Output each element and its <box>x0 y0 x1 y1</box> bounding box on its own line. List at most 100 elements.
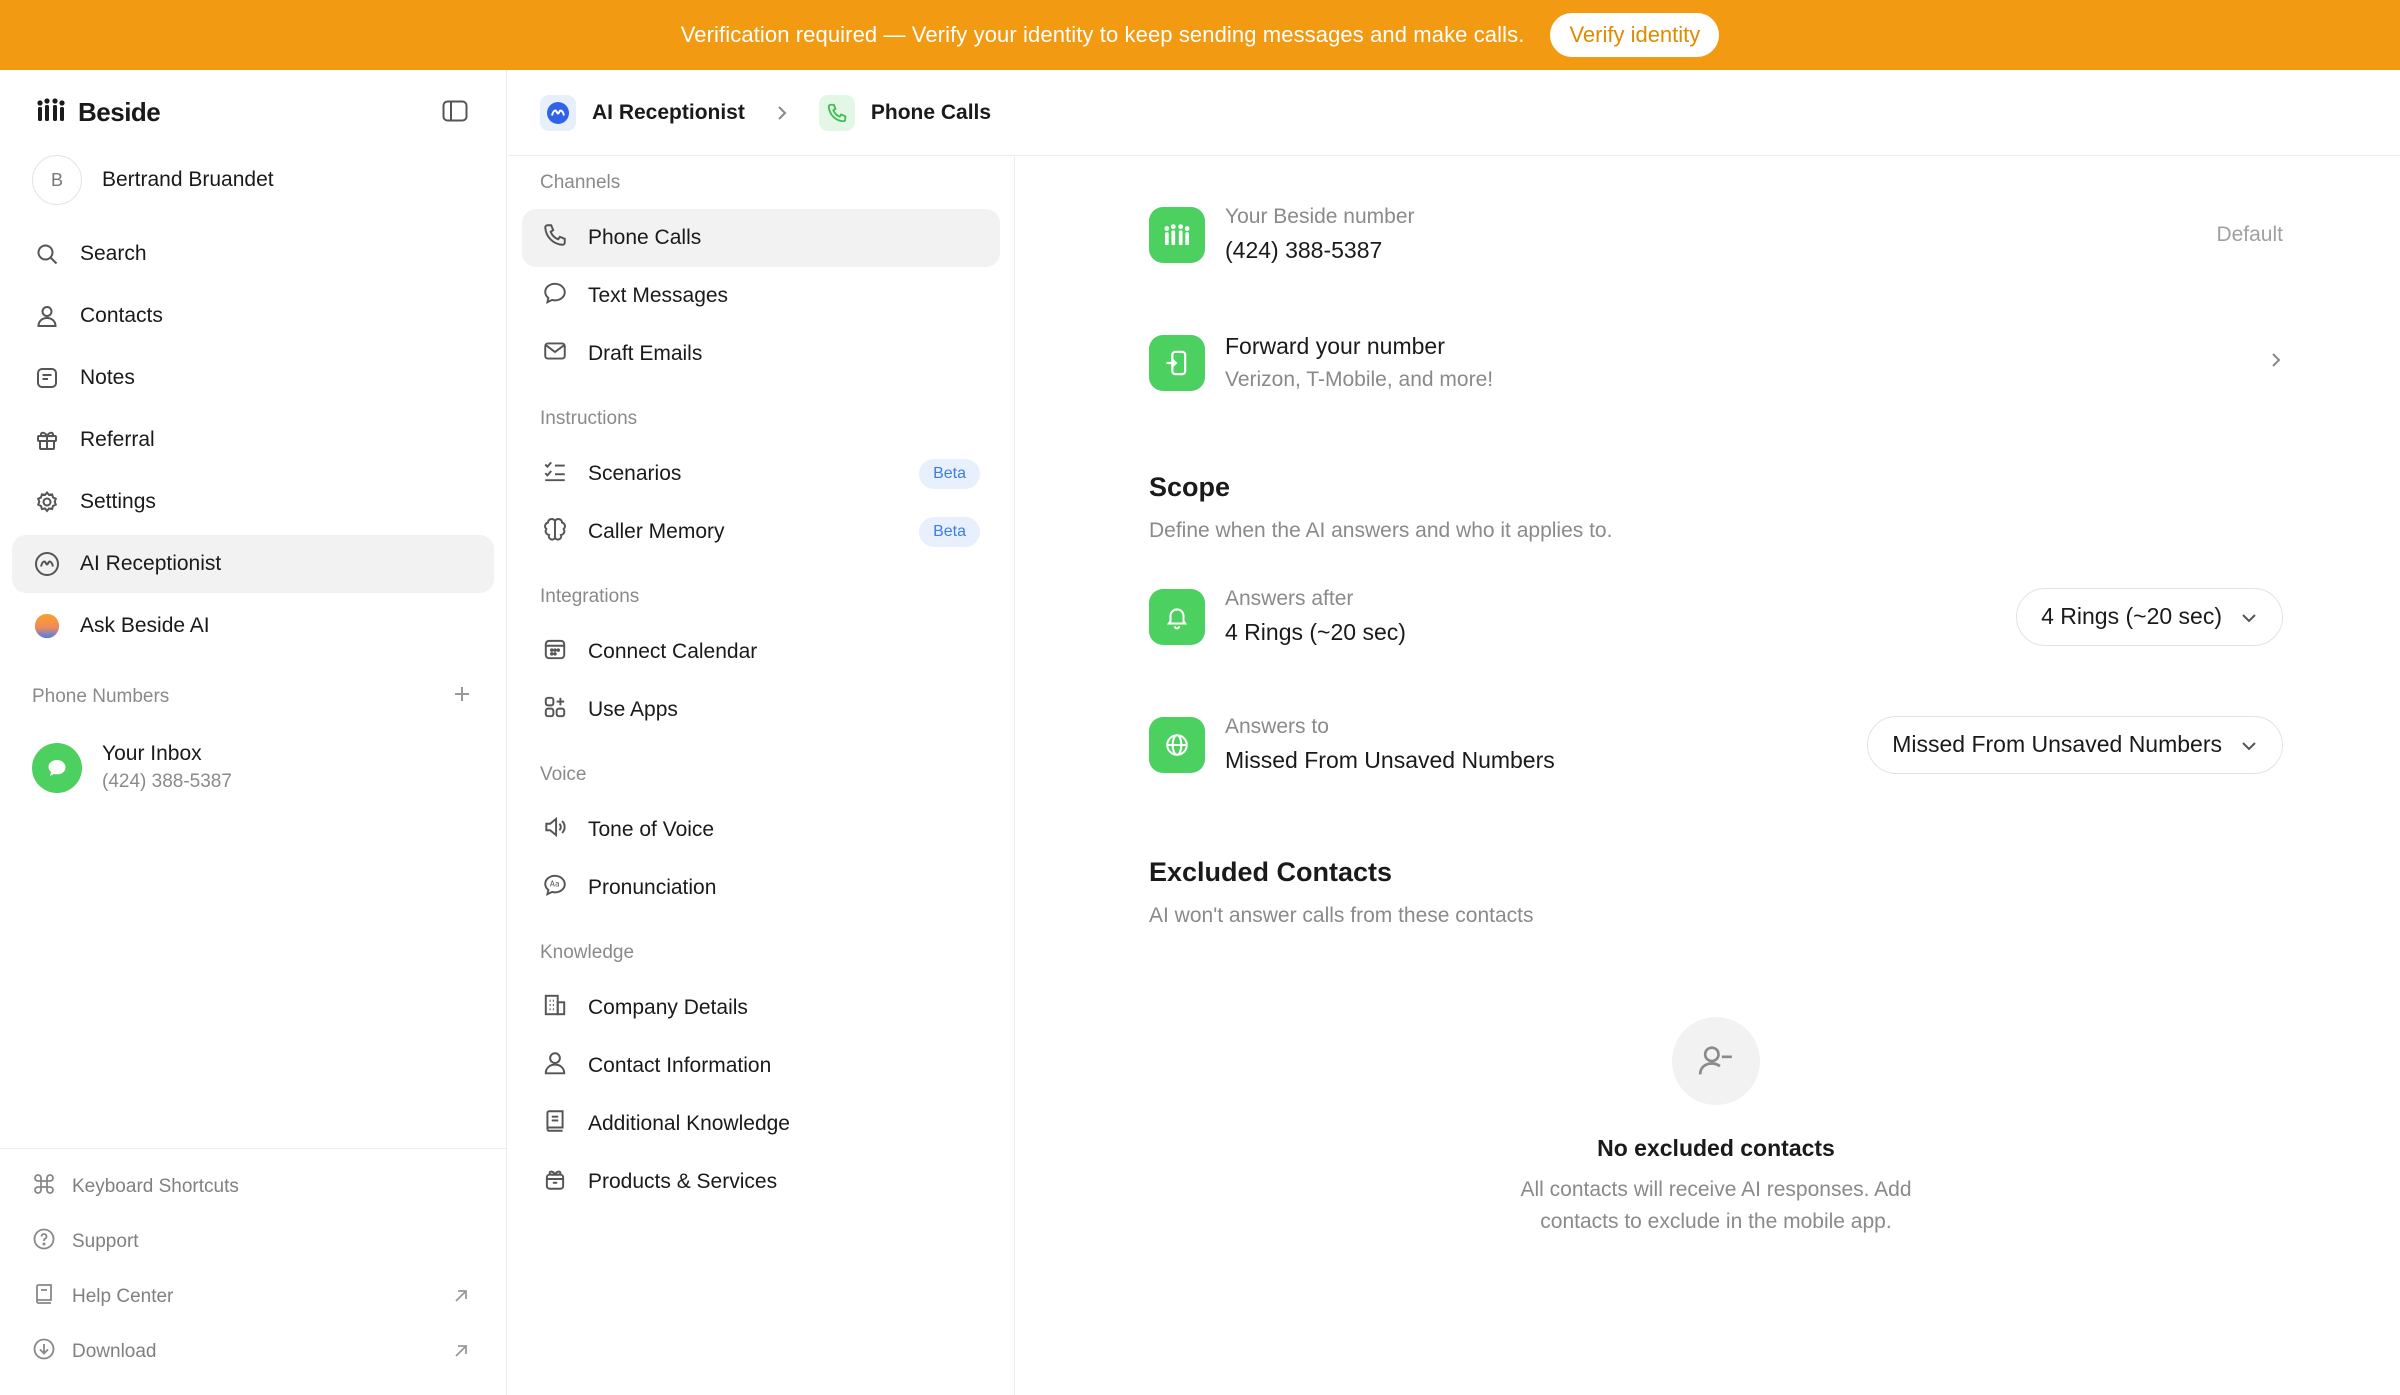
excluded-title: Excluded Contacts <box>1149 857 1393 887</box>
ai-receptionist-icon <box>540 94 576 131</box>
answers-to-value: Missed From Unsaved Numbers <box>1225 747 1555 773</box>
menu-item-phone-calls[interactable]: Phone Calls <box>522 209 1000 267</box>
brand[interactable]: Beside <box>36 92 161 132</box>
chevron-down-icon <box>2240 603 2258 630</box>
beta-badge: Beta <box>919 517 980 547</box>
beside-logo-icon <box>1149 206 1205 263</box>
menu-item-contact-information[interactable]: Contact Information <box>522 1037 1000 1095</box>
menu-item-products-services[interactable]: Products & Services <box>522 1153 1000 1211</box>
footer-label: Download <box>72 1340 157 1362</box>
menu-item-draft-emails[interactable]: Draft Emails <box>522 325 1000 383</box>
sidebar-item-notes[interactable]: Notes <box>12 349 494 407</box>
inbox-item[interactable]: Your Inbox (424) 388-5387 <box>32 742 232 793</box>
breadcrumb-label: AI Receptionist <box>592 100 745 124</box>
menu-item-caller-memory[interactable]: Caller Memory Beta <box>522 503 1000 561</box>
chevron-right-icon <box>775 104 789 122</box>
answers-to-selected: Missed From Unsaved Numbers <box>1892 731 2222 757</box>
sidebar-item-label: Contacts <box>80 304 163 327</box>
help-center-link[interactable]: Help Center <box>0 1269 507 1324</box>
menu-group-instructions: Instructions <box>540 408 638 429</box>
beside-number-value: (424) 388-5387 <box>1225 237 1383 263</box>
scope-title: Scope <box>1149 472 1231 502</box>
answers-to-select[interactable]: Missed From Unsaved Numbers <box>1867 715 2283 774</box>
sidebar-item-label: AI Receptionist <box>80 552 222 575</box>
footer-label: Keyboard Shortcuts <box>72 1175 239 1197</box>
sidebar-item-label: Notes <box>80 366 135 389</box>
chat-bubble-icon <box>542 280 568 312</box>
menu-item-text-messages[interactable]: Text Messages <box>522 267 1000 325</box>
book-icon <box>32 1282 56 1312</box>
breadcrumb-phone-calls[interactable]: Phone Calls <box>818 94 992 131</box>
inbox-number: (424) 388-5387 <box>102 771 232 792</box>
scope-desc: Define when the AI answers and who it ap… <box>1149 519 1613 542</box>
answers-after-selected: 4 Rings (~20 sec) <box>2041 603 2222 629</box>
footer-label: Support <box>72 1230 139 1252</box>
note-icon <box>34 365 60 391</box>
sidebar-toggle-icon <box>442 100 468 127</box>
sidebar-item-label: Referral <box>80 428 155 451</box>
menu-item-label: Connect Calendar <box>588 640 758 663</box>
phone-icon <box>542 222 568 254</box>
menu-item-tone-of-voice[interactable]: Tone of Voice <box>522 801 1000 859</box>
keyboard-shortcuts-link[interactable]: Keyboard Shortcuts <box>0 1159 507 1214</box>
sidebar-item-ask-beside-ai[interactable]: Ask Beside AI <box>12 597 494 655</box>
person-minus-icon <box>1672 1017 1760 1105</box>
verify-identity-button[interactable]: Verify identity <box>1550 13 1720 57</box>
building-icon <box>542 992 568 1024</box>
download-link[interactable]: Download <box>0 1324 507 1379</box>
globe-icon <box>1149 716 1205 773</box>
user-profile[interactable]: B Bertrand Bruandet <box>32 155 274 205</box>
menu-item-label: Text Messages <box>588 284 729 307</box>
mail-icon <box>542 338 568 370</box>
menu-item-company-details[interactable]: Company Details <box>522 979 1000 1037</box>
empty-text: All contacts will receive AI responses. … <box>1520 1178 1912 1233</box>
box-icon <box>542 1166 568 1198</box>
gradient-orb-icon <box>34 613 60 639</box>
calendar-icon <box>542 636 568 668</box>
help-circle-icon <box>32 1227 56 1257</box>
answers-after-label: Answers after <box>1225 587 1354 610</box>
menu-item-pronunciation[interactable]: Aa Pronunciation <box>522 859 1000 917</box>
sidebar-item-ai-receptionist[interactable]: AI Receptionist <box>12 535 494 593</box>
sidebar-item-settings[interactable]: Settings <box>12 473 494 531</box>
chevron-down-icon <box>2240 731 2258 758</box>
search-icon <box>34 241 60 267</box>
forward-number-row[interactable]: Forward your number Verizon, T-Mobile, a… <box>1149 333 2283 392</box>
empty-title: No excluded contacts <box>1597 1135 1835 1161</box>
external-link-icon <box>451 1341 471 1367</box>
user-name: Bertrand Bruandet <box>102 168 274 191</box>
gear-icon <box>34 489 60 515</box>
apps-icon <box>542 694 568 726</box>
sidebar-item-contacts[interactable]: Contacts <box>12 287 494 345</box>
inbox-title: Your Inbox <box>102 742 202 765</box>
speaker-icon <box>542 814 568 846</box>
sidebar-footer: Keyboard Shortcuts Support Help Center D… <box>0 1148 507 1379</box>
menu-item-label: Company Details <box>588 996 748 1019</box>
support-link[interactable]: Support <box>0 1214 507 1269</box>
forward-sub: Verizon, T-Mobile, and more! <box>1225 368 1494 391</box>
person-icon <box>34 303 60 329</box>
menu-item-scenarios[interactable]: Scenarios Beta <box>522 445 1000 503</box>
add-phone-number-button[interactable] <box>452 684 472 709</box>
answers-after-select[interactable]: 4 Rings (~20 sec) <box>2016 587 2283 646</box>
breadcrumb-label: Phone Calls <box>870 100 992 124</box>
gift-icon <box>34 427 60 453</box>
svg-text:Aa: Aa <box>550 880 560 889</box>
default-tag: Default <box>2216 222 2283 246</box>
phone-icon <box>818 94 855 131</box>
sidebar-item-label: Search <box>80 242 147 265</box>
bell-icon <box>1149 588 1205 645</box>
sidebar-item-referral[interactable]: Referral <box>12 411 494 469</box>
menu-item-additional-knowledge[interactable]: Additional Knowledge <box>522 1095 1000 1153</box>
breadcrumb-ai-receptionist[interactable]: AI Receptionist <box>540 94 745 131</box>
main-content: Your Beside number (424) 388-5387 Defaul… <box>1016 157 2400 1395</box>
menu-item-label: Pronunciation <box>588 876 717 899</box>
breadcrumb: AI Receptionist Phone Calls <box>508 70 2400 156</box>
menu-item-use-apps[interactable]: Use Apps <box>522 681 1000 739</box>
sidebar-toggle-button[interactable] <box>438 96 472 130</box>
phone-numbers-header: Phone Numbers <box>32 684 472 709</box>
menu-item-connect-calendar[interactable]: Connect Calendar <box>522 623 1000 681</box>
sidebar-item-label: Settings <box>80 490 156 513</box>
sidebar-item-search[interactable]: Search <box>12 225 494 283</box>
beta-badge: Beta <box>919 459 980 489</box>
